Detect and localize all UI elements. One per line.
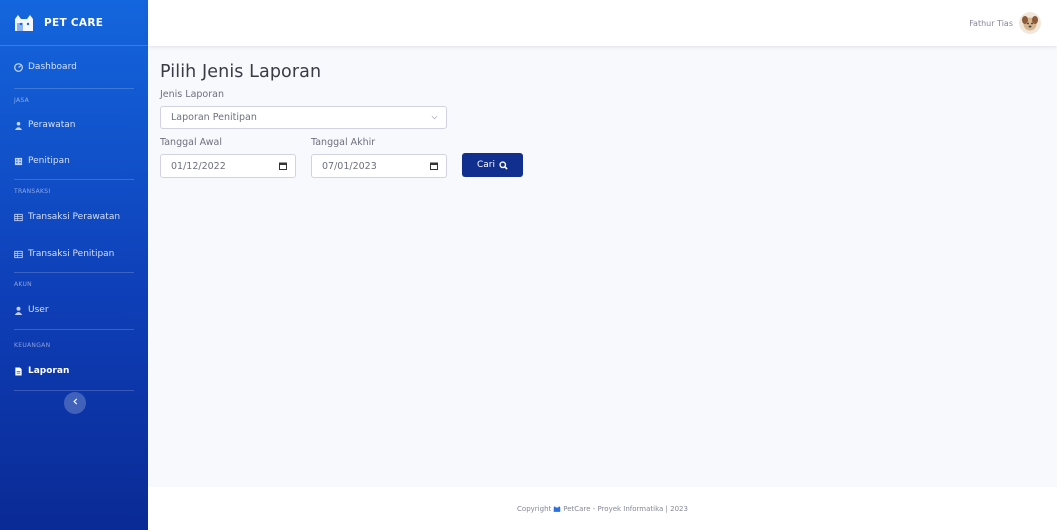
- file-icon: [14, 366, 23, 376]
- copyright-prefix: Copyright: [517, 504, 552, 513]
- sidebar-item-laporan[interactable]: Laporan: [0, 360, 148, 382]
- sidebar-item-label: Perawatan: [28, 120, 76, 130]
- calendar-icon[interactable]: [430, 162, 438, 170]
- chevron-left-icon: [72, 398, 79, 408]
- sidebar-item-label: Laporan: [28, 366, 70, 376]
- sidebar-item-penitipan[interactable]: Penitipan: [0, 143, 148, 179]
- brand-name: PET CARE: [44, 16, 104, 29]
- sidebar-heading-jasa: JASA: [14, 96, 29, 104]
- tanggal-akhir-group: Tanggal Akhir 07/01/2023: [311, 137, 447, 178]
- user-name[interactable]: Fathur Tias: [969, 19, 1013, 28]
- jenis-laporan-select[interactable]: Laporan Penitipan: [160, 106, 447, 129]
- copyright-text: PetCare - Proyek Informatika | 2023: [563, 504, 688, 513]
- footer: Copyright PetCare - Proyek Informatika |…: [148, 487, 1057, 530]
- sidebar-item-label: Transaksi Perawatan: [28, 212, 121, 222]
- sidebar-item-perawatan[interactable]: Perawatan: [0, 111, 148, 139]
- table-icon: [14, 250, 23, 259]
- search-icon: [499, 160, 508, 170]
- pet-logo-icon: [553, 505, 561, 513]
- sidebar-item-label: Penitipan: [28, 156, 70, 166]
- sidebar-item-transaksi-penitipan[interactable]: Transaksi Penitipan: [0, 236, 148, 272]
- tanggal-akhir-input[interactable]: 07/01/2023: [311, 154, 447, 178]
- page-title: Pilih Jenis Laporan: [160, 62, 322, 82]
- tanggal-awal-group: Tanggal Awal 01/12/2022: [160, 137, 296, 178]
- search-button[interactable]: Cari: [462, 153, 523, 177]
- sidebar-item-dashboard[interactable]: Dashboard: [0, 46, 148, 88]
- sidebar-item-label: User: [28, 305, 49, 315]
- tanggal-akhir-value: 07/01/2023: [322, 160, 377, 172]
- user-icon: [14, 306, 23, 315]
- topbar: Fathur Tias: [148, 0, 1057, 46]
- sidebar-divider: [14, 390, 134, 391]
- search-button-label: Cari: [477, 160, 495, 170]
- tanggal-akhir-label: Tanggal Akhir: [311, 137, 376, 148]
- sidebar-item-label: Transaksi Penitipan: [28, 249, 115, 259]
- calendar-icon[interactable]: [279, 162, 287, 170]
- sidebar-item-label: Dashboard: [28, 62, 77, 72]
- jenis-laporan-value: Laporan Penitipan: [171, 112, 257, 123]
- brand[interactable]: PET CARE: [0, 0, 148, 46]
- sidebar-heading-akun: AKUN: [14, 280, 32, 288]
- dashboard-icon: [14, 62, 23, 72]
- tanggal-awal-value: 01/12/2022: [171, 160, 226, 172]
- sidebar: PET CARE Dashboard JASA Perawatan Peniti…: [0, 0, 148, 530]
- sidebar-item-user[interactable]: User: [0, 295, 148, 325]
- sidebar-heading-keuangan: KEUANGAN: [14, 341, 51, 349]
- sidebar-heading-transaksi: TRANSAKSI: [14, 187, 51, 195]
- user-medical-icon: [14, 121, 23, 130]
- building-icon: [14, 157, 23, 166]
- sidebar-item-transaksi-perawatan[interactable]: Transaksi Perawatan: [0, 202, 148, 232]
- pet-logo-icon: [13, 13, 35, 33]
- tanggal-awal-input[interactable]: 01/12/2022: [160, 154, 296, 178]
- report-form: Pilih Jenis Laporan Jenis Laporan Lapora…: [160, 62, 523, 178]
- avatar[interactable]: [1019, 12, 1041, 34]
- chevron-down-icon: [431, 114, 438, 122]
- sidebar-toggle-button[interactable]: [64, 392, 86, 414]
- table-icon: [14, 213, 23, 222]
- date-range: Tanggal Awal 01/12/2022 Tanggal Akhir 07…: [160, 137, 523, 178]
- tanggal-awal-label: Tanggal Awal: [160, 137, 222, 148]
- jenis-laporan-label: Jenis Laporan: [160, 89, 224, 100]
